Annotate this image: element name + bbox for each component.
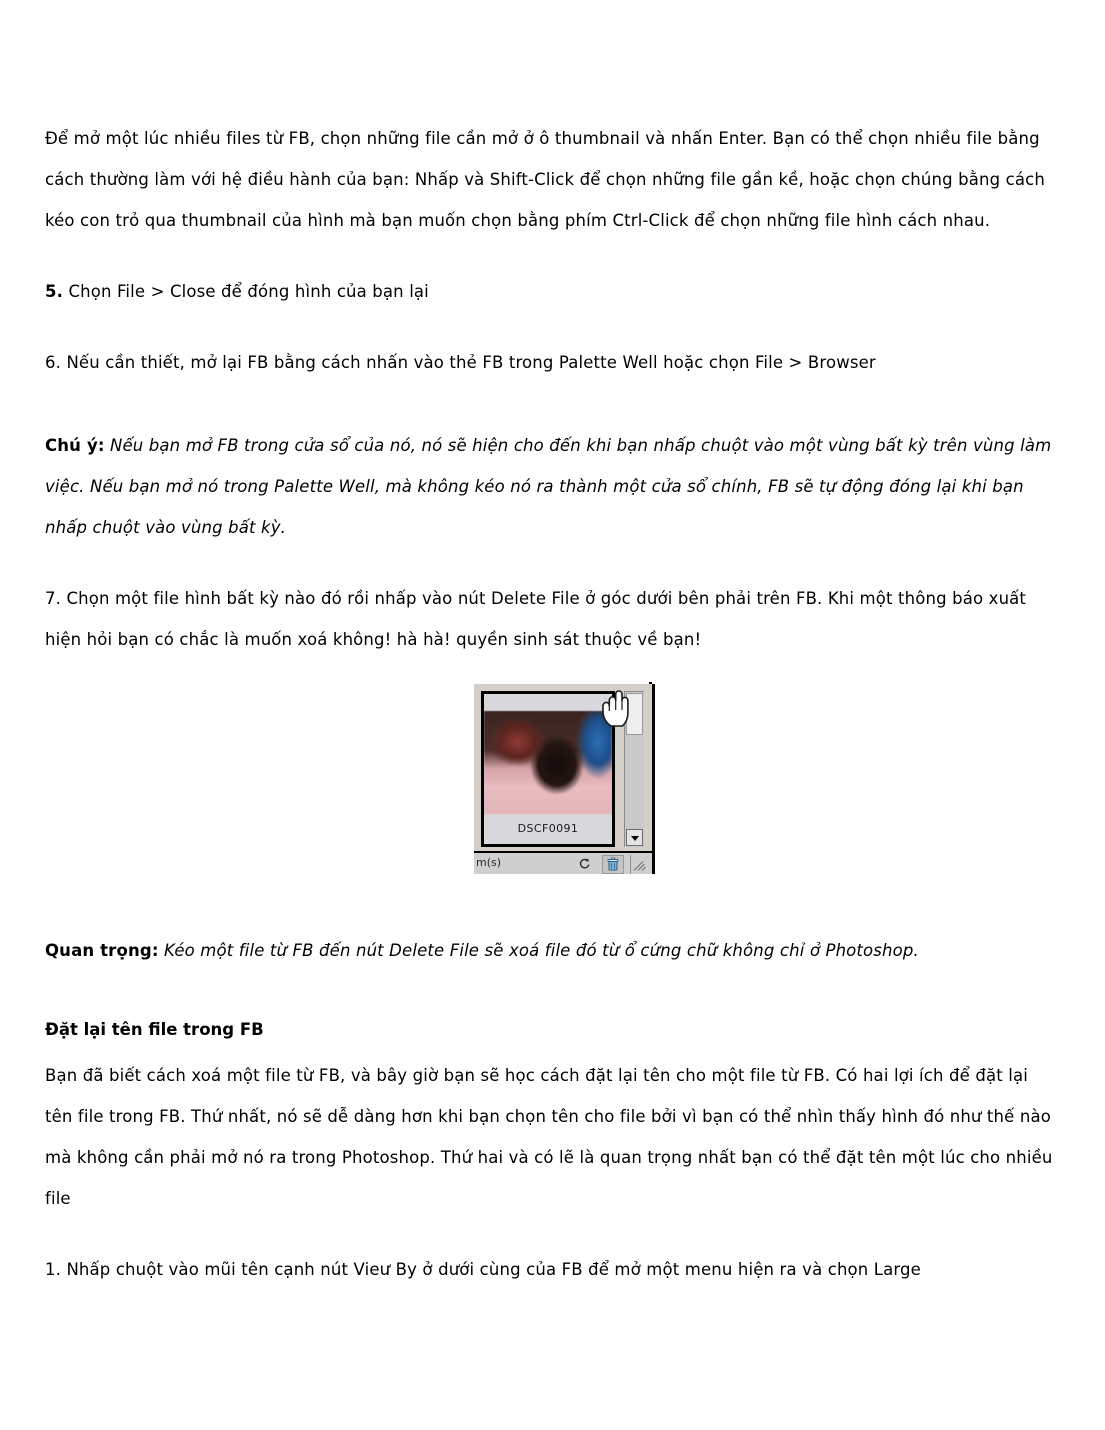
resize-grip[interactable] — [630, 855, 650, 874]
note-label: Chú ý: — [45, 436, 105, 455]
document-body-lower: Quan trọng: Kéo một file từ FB đến nút D… — [45, 930, 1060, 1310]
file-browser-figure: DSCF0091 m(s) — [466, 678, 655, 890]
thumbnail-cell[interactable]: DSCF0091 — [481, 691, 615, 847]
paragraph-step-5: 5. Chọn File > Close để đóng hình của bạ… — [45, 271, 1060, 312]
file-browser-toolbar: m(s) — [474, 851, 652, 874]
paragraph-step-7: 7. Chọn một file hình bất kỳ nào đó rồi … — [45, 589, 1027, 649]
step-5-number: 5. — [45, 282, 64, 301]
thumbnail-filename: DSCF0091 — [484, 816, 612, 842]
paragraph-note: Chú ý: Nếu bạn mở FB trong cửa sổ của nó… — [45, 425, 1060, 548]
thumbnail-photo — [484, 711, 612, 814]
section-heading-rename: Đặt lại tên file trong FB — [45, 1020, 264, 1039]
paragraph-rename-benefits: Bạn đã biết cách xoá một file từ FB, và … — [45, 1066, 1053, 1208]
paragraph-step-6: 6. Nếu cần thiết, mở lại FB bằng cách nh… — [45, 353, 876, 372]
hand-cursor — [598, 688, 632, 730]
rotate-icon[interactable] — [578, 857, 591, 870]
important-text: Kéo một file từ FB đến nút Delete File s… — [158, 941, 919, 960]
step-5-text: Chọn File > Close để đóng hình của bạn l… — [63, 282, 429, 301]
document-body: Để mở một lúc nhiều files từ FB, chọn nh… — [45, 118, 1060, 680]
paragraph-step-1-view-by: 1. Nhấp chuột vào mũi tên cạnh nút Vieư … — [45, 1260, 921, 1279]
paragraph-multi-select: Để mở một lúc nhiều files từ FB, chọn nh… — [45, 129, 1045, 230]
item-count-label: m(s) — [476, 856, 502, 869]
paragraph-important: Quan trọng: Kéo một file từ FB đến nút D… — [45, 930, 1060, 971]
scroll-down-button[interactable] — [626, 829, 643, 846]
thumbnail-top-gutter — [484, 694, 612, 711]
document-page: Để mở một lúc nhiều files từ FB, chọn nh… — [0, 0, 1105, 1430]
grip-line — [641, 866, 646, 871]
important-label: Quan trọng: — [45, 941, 159, 960]
chevron-down-icon — [631, 836, 639, 841]
trash-icon[interactable] — [602, 855, 624, 874]
note-text: Nếu bạn mở FB trong cửa sổ của nó, nó sẽ… — [45, 436, 1052, 537]
